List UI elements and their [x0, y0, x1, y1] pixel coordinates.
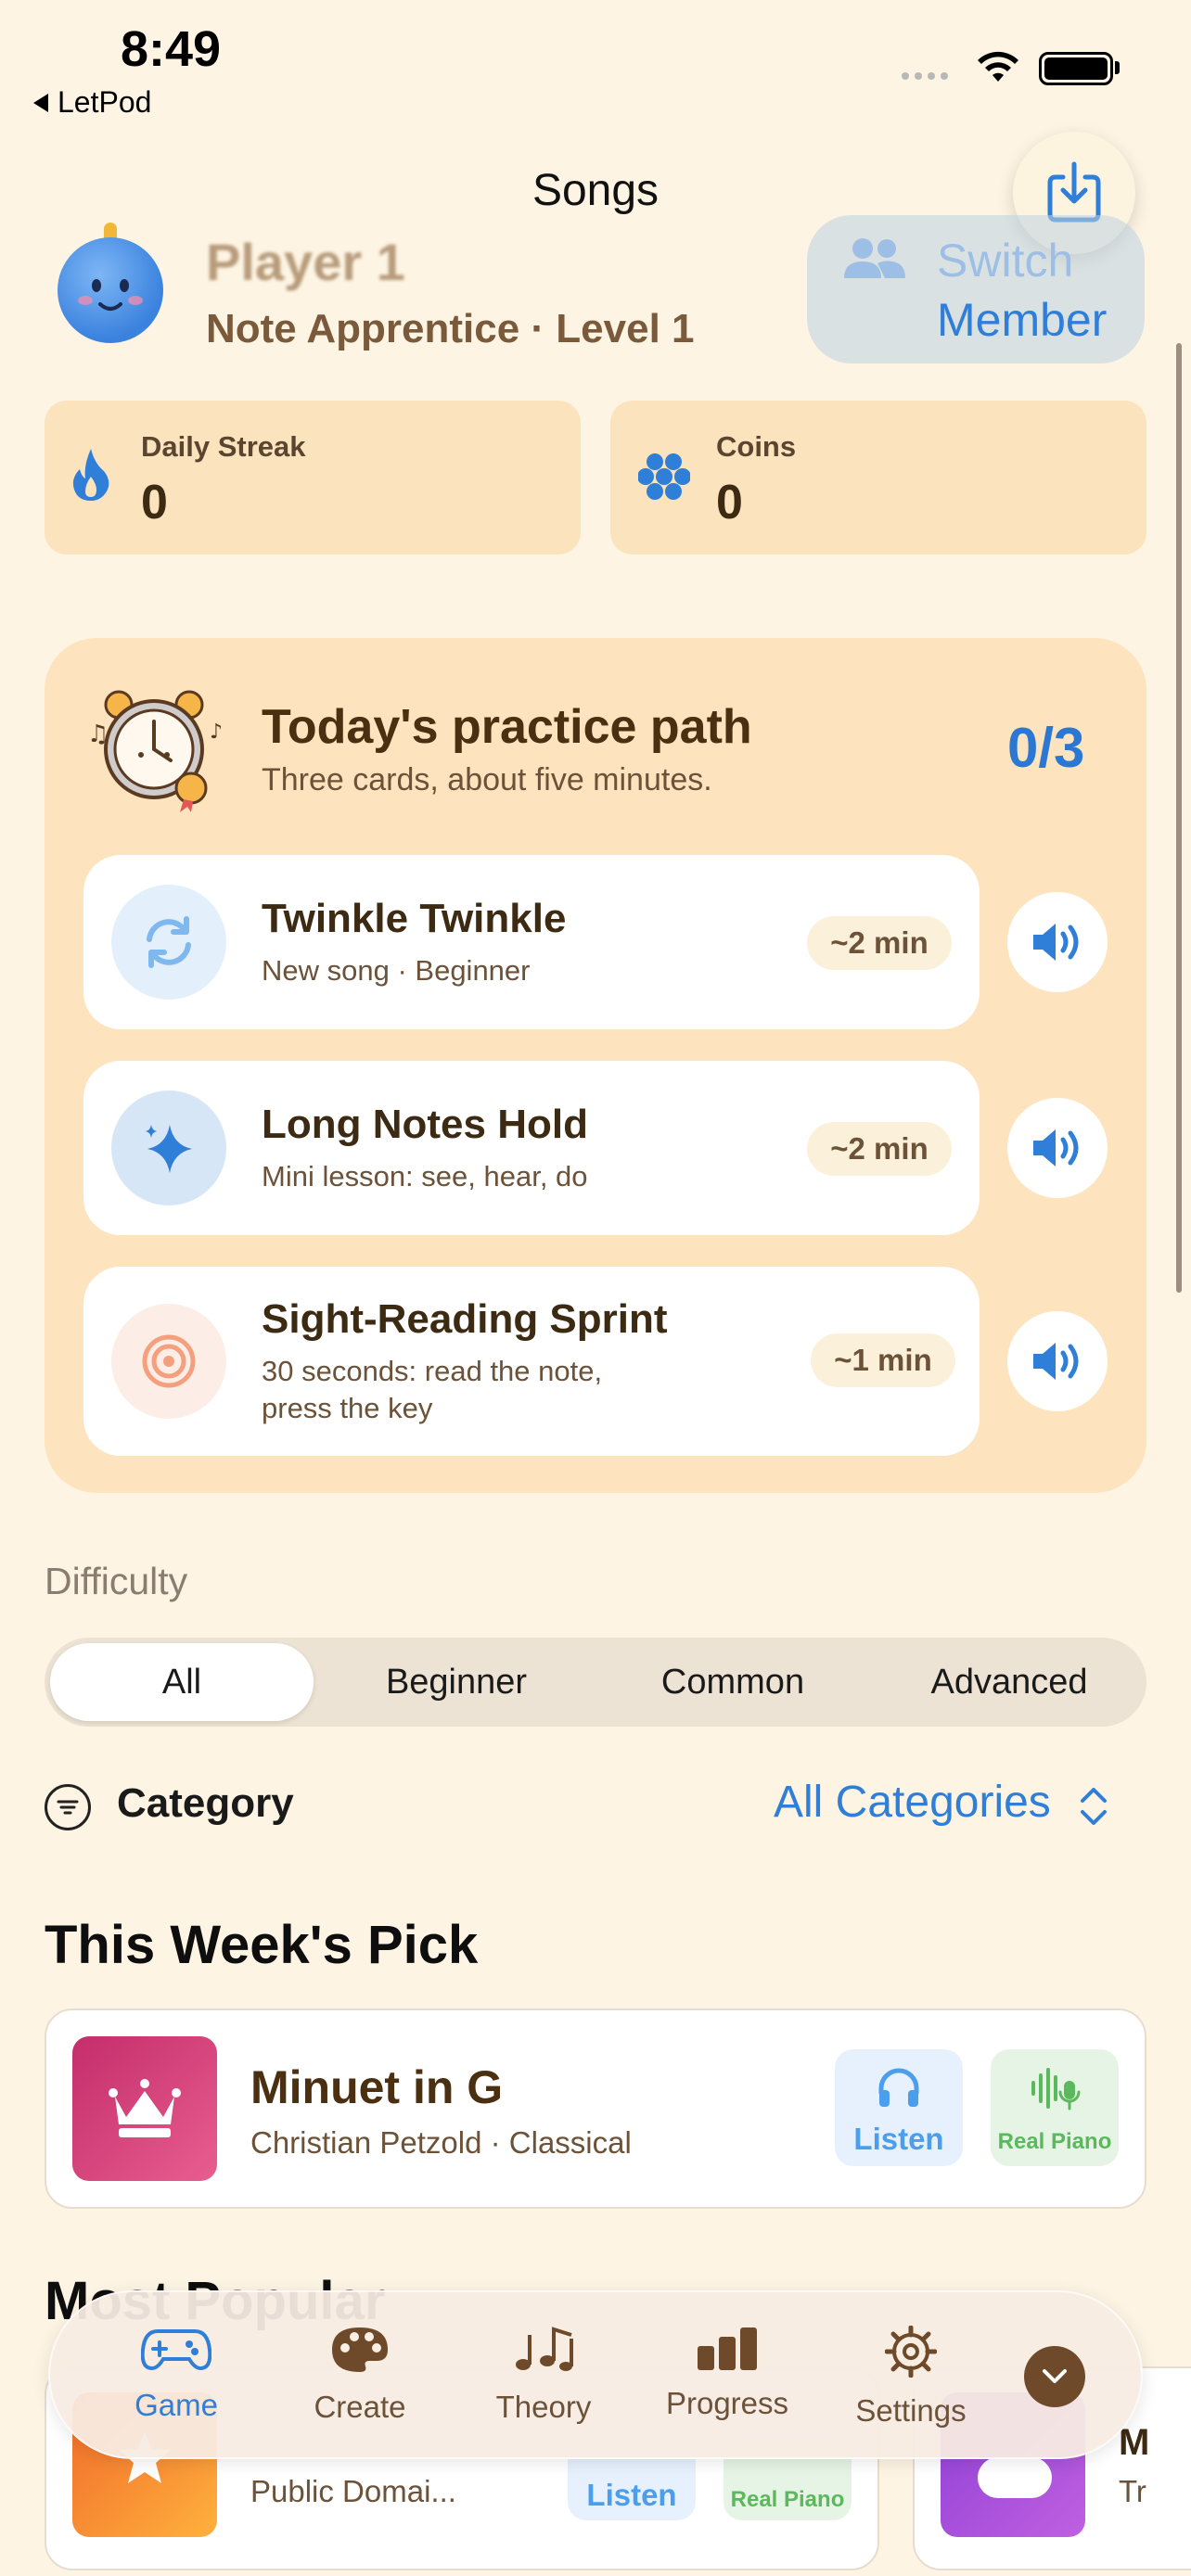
practice-path-subtitle: Three cards, about five minutes. — [262, 762, 712, 797]
svg-text:♫: ♫ — [87, 721, 109, 748]
task-title: Long Notes Hold — [262, 1102, 588, 1147]
practice-progress-count: 0/3 — [1007, 717, 1085, 779]
section-heading-week-pick: This Week's Pick — [45, 1915, 479, 1975]
tab-game[interactable]: Game — [93, 2326, 260, 2423]
speaker-button[interactable] — [1007, 1311, 1108, 1411]
tab-label: Progress — [665, 2386, 789, 2420]
back-to-app-link[interactable]: LetPod — [33, 85, 151, 120]
refresh-icon — [111, 885, 226, 1000]
listen-label: Listen — [853, 2122, 944, 2156]
speaker-button[interactable] — [1007, 892, 1108, 992]
task-title: Twinkle Twinkle — [262, 896, 567, 941]
coins-card: Coins 0 — [610, 401, 1146, 555]
chevron-down-icon — [1043, 2369, 1067, 2383]
real-piano-label: Real Piano — [997, 2129, 1112, 2154]
sparkle-icon — [111, 1090, 226, 1205]
song-artwork — [72, 2036, 217, 2181]
category-label: Category — [117, 1780, 294, 1826]
music-notes-icon — [516, 2327, 573, 2371]
real-piano-button[interactable]: Real Piano — [991, 2049, 1119, 2166]
flame-icon — [72, 449, 109, 501]
tab-progress[interactable]: Progress — [644, 2326, 811, 2421]
back-triangle-icon — [33, 93, 48, 112]
real-piano-label: Real Piano — [730, 2487, 845, 2512]
avatar[interactable] — [58, 237, 163, 343]
cellular-signal-icon — [902, 72, 948, 80]
listen-label: Listen — [586, 2478, 677, 2512]
task-subtitle-line2: press the key — [262, 1392, 433, 1424]
gear-icon — [884, 2325, 938, 2378]
difficulty-option-all[interactable]: All — [50, 1643, 314, 1721]
back-app-label: LetPod — [58, 85, 152, 119]
crown-icon — [109, 2079, 181, 2137]
week-pick-subtitle: Christian Petzold · Classical — [250, 2125, 632, 2160]
difficulty-option-advanced[interactable]: Advanced — [877, 1643, 1141, 1721]
palette-icon — [332, 2327, 388, 2372]
gamepad-icon — [140, 2329, 212, 2371]
practice-task-card[interactable]: Long Notes Hold Mini lesson: see, hear, … — [83, 1061, 980, 1235]
battery-nub — [1115, 61, 1120, 74]
week-pick-title: Minuet in G — [250, 2061, 504, 2113]
difficulty-label: Difficulty — [45, 1560, 188, 1602]
tab-label: Create — [314, 2390, 406, 2424]
player-level: Note Apprentice · Level 1 — [206, 306, 695, 351]
difficulty-option-common[interactable]: Common — [601, 1643, 864, 1721]
people-icon — [844, 238, 905, 278]
speaker-icon — [1033, 1129, 1079, 1167]
avatar-face-icon — [78, 279, 143, 311]
task-duration: ~2 min — [807, 1122, 952, 1176]
category-picker[interactable]: All Categories — [774, 1777, 1051, 1828]
status-time: 8:49 — [121, 21, 222, 77]
scroll-indicator[interactable] — [1176, 343, 1182, 1293]
stat-value: 0 — [141, 476, 168, 529]
speaker-icon — [1033, 1343, 1079, 1380]
bar-chart-icon — [698, 2327, 757, 2370]
practice-task-card[interactable]: Sight-Reading Sprint 30 seconds: read th… — [83, 1267, 980, 1456]
task-title: Sight-Reading Sprint — [262, 1296, 668, 1342]
tab-settings[interactable]: Settings — [827, 2325, 994, 2429]
task-subtitle-line1: 30 seconds: read the note, — [262, 1355, 603, 1387]
coins-icon — [638, 453, 690, 500]
practice-path-title: Today's practice path — [262, 700, 752, 754]
tab-create[interactable]: Create — [276, 2326, 443, 2425]
daily-streak-card: Daily Streak 0 — [45, 401, 581, 555]
task-subtitle: New song · Beginner — [262, 954, 531, 987]
switch-member-label-1: Switch — [937, 235, 1074, 287]
task-subtitle: Mini lesson: see, hear, do — [262, 1160, 588, 1192]
listen-button[interactable]: Listen — [835, 2049, 963, 2166]
target-icon — [111, 1304, 226, 1419]
tab-label: Settings — [855, 2393, 967, 2428]
waveform-mic-icon — [1031, 2068, 1081, 2111]
tab-theory[interactable]: Theory — [460, 2326, 627, 2425]
collapse-tabbar-button[interactable] — [1024, 2346, 1085, 2407]
stat-label: Coins — [716, 430, 797, 463]
alarm-clock-icon: ♫ ♪ — [87, 690, 223, 812]
filter-icon — [45, 1784, 91, 1830]
task-duration: ~1 min — [811, 1333, 955, 1387]
popular-song-subtitle: Tr — [1119, 2474, 1146, 2508]
task-duration: ~2 min — [807, 916, 952, 970]
tab-label: Theory — [495, 2390, 592, 2424]
practice-task-card[interactable]: Twinkle Twinkle New song · Beginner ~2 m… — [83, 855, 980, 1029]
tab-label: Game — [134, 2388, 218, 2422]
player-name: Player 1 — [206, 233, 405, 291]
wifi-icon — [978, 51, 1018, 82]
battery-icon — [1039, 52, 1113, 85]
popular-song-subtitle: Public Domai... — [250, 2474, 456, 2508]
speaker-icon — [1033, 924, 1079, 961]
chevron-up-down-icon[interactable] — [1078, 1784, 1109, 1829]
stat-label: Daily Streak — [141, 430, 306, 463]
headphones-icon — [878, 2068, 919, 2107]
svg-text:♪: ♪ — [210, 721, 223, 744]
difficulty-option-beginner[interactable]: Beginner — [325, 1643, 588, 1721]
switch-member-label-2: Member — [937, 294, 1108, 346]
stat-value: 0 — [716, 476, 743, 529]
speaker-button[interactable] — [1007, 1098, 1108, 1198]
